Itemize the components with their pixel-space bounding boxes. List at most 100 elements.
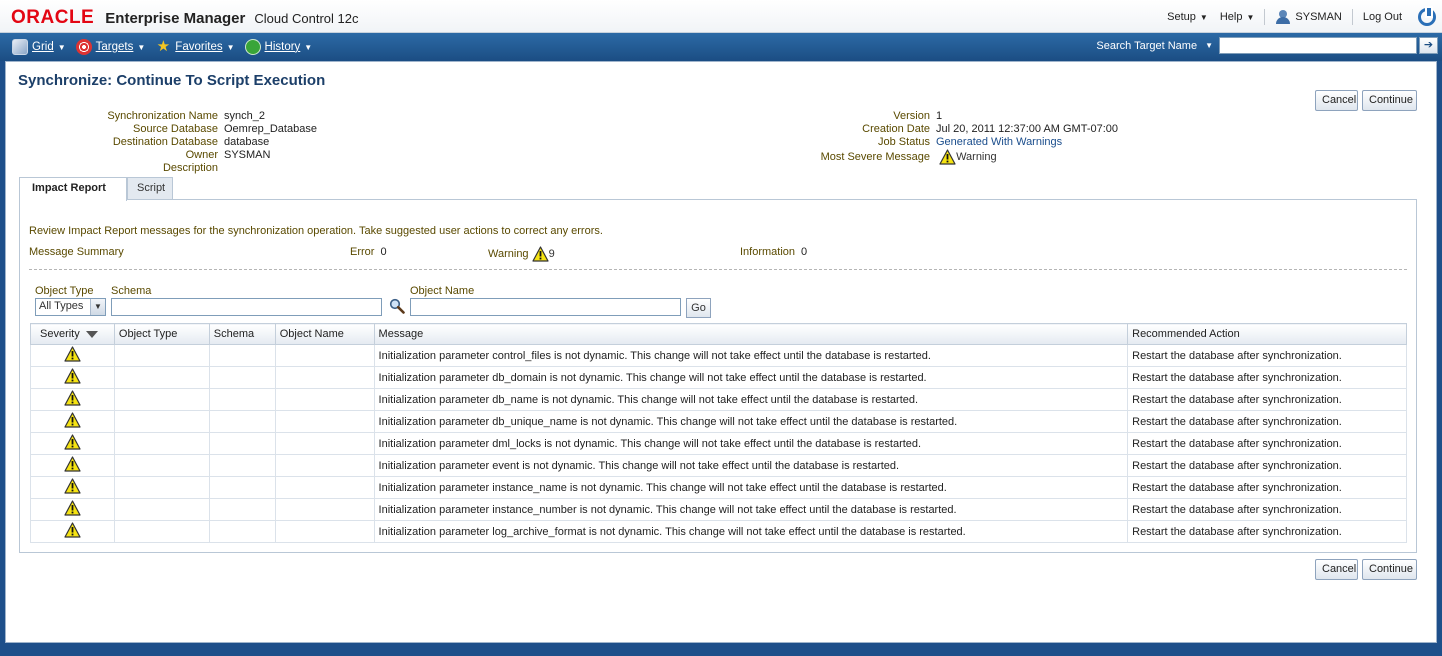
message-cell: Initialization parameter event is not dy… [373,454,1129,477]
warning-icon [64,456,81,475]
table-row[interactable]: Initialization parameter instance_name i… [30,476,1407,499]
divider [1264,9,1266,25]
schema-input[interactable] [111,298,382,316]
object-type-cell [113,476,210,499]
go-button[interactable]: Go [686,298,711,318]
object-name-cell [274,344,375,367]
severity-cell [30,388,115,411]
chevron-down-icon: ▼ [90,299,105,315]
column-header-object-type[interactable]: Object Type [113,323,210,345]
power-icon [1418,6,1436,26]
cancel-button[interactable]: Cancel [1315,90,1358,111]
schema-cell [208,410,276,433]
column-header-message[interactable]: Message [373,323,1129,345]
nav-item-history[interactable]: History ▼ [244,39,313,55]
table-row[interactable]: Initialization parameter control_files i… [30,344,1407,367]
object-name-cell [274,432,375,455]
tab-script[interactable]: Script [127,177,173,200]
table-header-row: Severity Object Type Schema Object Name … [30,323,1407,345]
column-header-severity[interactable]: Severity [30,323,115,345]
user-menu[interactable]: SYSMAN [1269,10,1347,24]
info-summary: Information 0 [740,246,807,258]
recommended-action-cell: Restart the database after synchronizati… [1127,366,1407,389]
error-label: Error [350,246,375,258]
chevron-down-icon: ▼ [226,42,235,52]
nav-item-favorites[interactable]: ★ Favorites ▼ [155,39,235,55]
recommended-action-cell: Restart the database after synchronizati… [1127,388,1407,411]
detail-label: Creation Date [862,123,930,135]
chevron-down-icon: ▼ [57,42,66,52]
impact-report-panel: Review Impact Report messages for the sy… [19,199,1417,553]
object-name-cell [274,476,375,499]
object-type-cell [113,366,210,389]
search-icon[interactable] [389,298,405,314]
recommended-action-cell: Restart the database after synchronizati… [1127,520,1407,543]
help-label: Help [1219,11,1243,23]
severity-cell [30,498,115,521]
grid-icon [12,39,28,55]
detail-value: synch_2 [224,110,265,122]
detail-value: Jul 20, 2011 12:37:00 AM GMT-07:00 [936,123,1119,135]
table-row[interactable]: Initialization parameter db_name is not … [30,388,1407,411]
severity-cell [30,410,115,433]
recommended-action-cell: Restart the database after synchronizati… [1127,498,1407,521]
table-row[interactable]: Initialization parameter instance_number… [30,498,1407,521]
table-row[interactable]: Initialization parameter log_archive_for… [30,520,1407,543]
help-menu[interactable]: Help ▼ [1214,11,1261,23]
recommended-action-cell: Restart the database after synchronizati… [1127,454,1407,477]
detail-label: Description [162,162,218,174]
job-status-link[interactable]: Generated With Warnings [936,136,1062,148]
search-type-menu[interactable]: Search Target Name [1096,40,1197,52]
header-label: Severity [40,328,80,340]
column-header-schema[interactable]: Schema [208,323,276,345]
continue-button[interactable]: Continue [1362,90,1417,111]
detail-value: 1 [936,110,943,122]
setup-menu[interactable]: Setup ▼ [1161,11,1214,23]
chevron-down-icon: ▼ [1199,12,1208,22]
detail-label: Most Severe Message [820,150,930,163]
nav-item-targets[interactable]: Targets ▼ [75,39,145,55]
table-row[interactable]: Initialization parameter db_unique_name … [30,410,1407,433]
detail-job-status: Job Status Generated With Warnings [730,136,1062,148]
severity-cell [30,454,115,477]
schema-label: Schema [111,285,152,297]
column-header-object-name[interactable]: Object Name [274,323,375,345]
table-row[interactable]: Initialization parameter db_domain is no… [30,366,1407,389]
cancel-button-bottom[interactable]: Cancel [1315,559,1358,580]
nav-item-grid[interactable]: Grid ▼ [12,39,66,55]
table-row[interactable]: Initialization parameter dml_locks is no… [30,432,1407,455]
table-row[interactable]: Initialization parameter event is not dy… [30,454,1407,477]
divider [1351,9,1353,25]
search-input[interactable] [1219,37,1417,54]
schema-cell [208,454,276,477]
detail-label: Source Database [133,123,218,135]
message-cell: Initialization parameter instance_number… [373,498,1129,521]
warning-icon [64,500,81,519]
object-type-label: Object Type [35,285,94,297]
warning-count: 9 [548,247,555,260]
object-name-input[interactable] [410,298,681,316]
severity-cell [30,344,115,367]
content-panel: Synchronize: Continue To Script Executio… [5,61,1437,643]
warning-icon [64,434,81,453]
search-go-button[interactable]: ➔ [1419,37,1438,54]
product-edition: Cloud Control 12c [254,11,359,26]
column-header-recommended-action[interactable]: Recommended Action [1127,323,1407,345]
continue-button-bottom[interactable]: Continue [1362,559,1417,580]
nav-menu: Grid ▼ Targets ▼ ★ Favorites ▼ History ▼ [12,39,322,55]
detail-sync-name: Synchronization Name synch_2 [18,110,265,122]
object-type-select[interactable]: All Types ▼ [35,298,106,316]
schema-cell [208,388,276,411]
detail-value: database [224,136,270,148]
warning-icon [64,390,81,409]
message-cell: Initialization parameter dml_locks is no… [373,432,1129,455]
schema-cell [208,344,276,367]
chevron-down-icon: ▼ [304,42,313,52]
recommended-action-cell: Restart the database after synchronizati… [1127,410,1407,433]
severity-cell [30,520,115,543]
tab-impact-report[interactable]: Impact Report [19,177,127,201]
target-search: Search Target Name ▼ ➔ [1096,37,1438,54]
error-summary: Error 0 [350,246,387,258]
logout-link[interactable]: Log Out [1357,11,1408,23]
object-type-cell [113,520,210,543]
